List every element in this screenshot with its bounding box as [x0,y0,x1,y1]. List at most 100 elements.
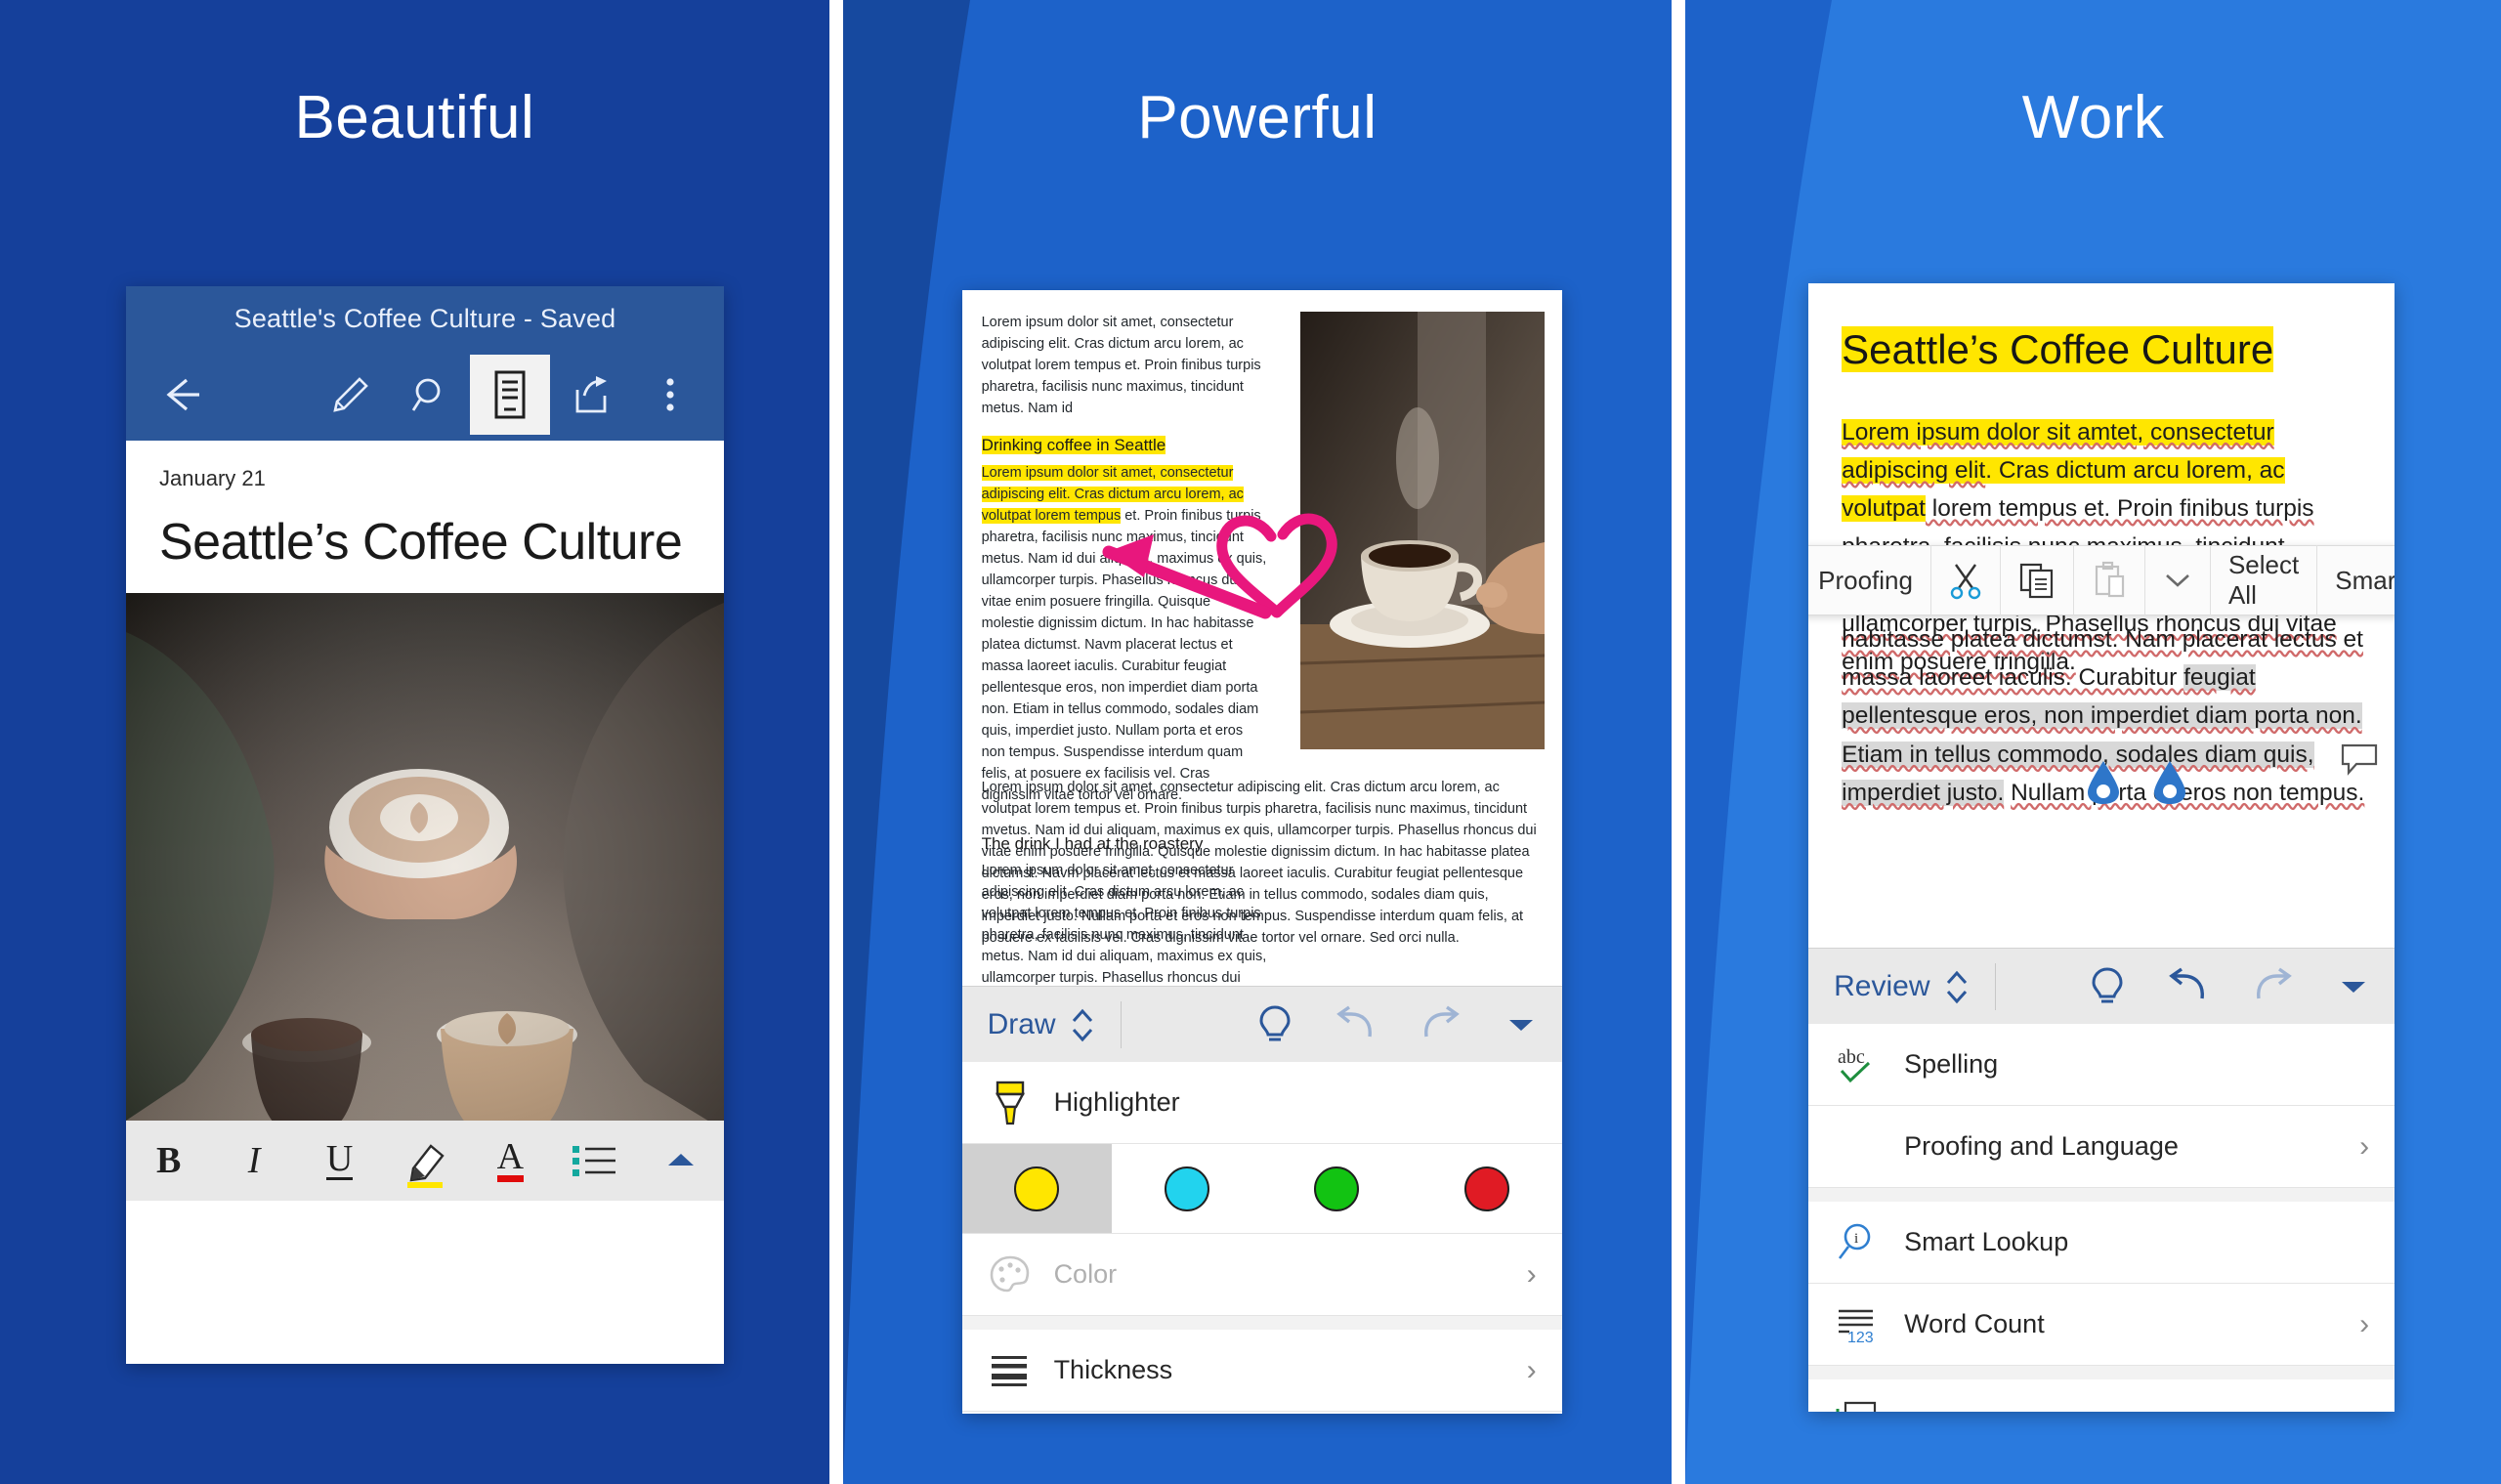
palette-icon [988,1252,1033,1297]
document-canvas-draw[interactable]: Lorem ipsum dolor sit amet, consectetur … [961,290,1562,986]
pen-icon[interactable] [310,355,390,435]
italic-label: I [247,1140,261,1181]
back-arrow-icon[interactable] [151,364,212,425]
menu-item-new-comment-partial[interactable] [1808,1379,2395,1412]
panel-title-work: Work [2021,84,2165,151]
paragraph-b-3: Nullam porta et eros non tempus. [2011,779,2365,806]
paragraph-1: Lorem ipsum dolor sit amet, consectetur … [981,462,1267,807]
ribbon-tab-review[interactable]: Review [1808,949,1994,1025]
ctx-paste[interactable] [2074,545,2145,615]
app-bar: Seattle's Coffee Culture - Saved [126,286,724,441]
selection-handle-end[interactable] [2152,759,2187,806]
ribbon-separator [1120,1000,1122,1048]
underline-label: U [325,1138,354,1180]
ribbon-bar-review: Review [1808,948,2395,1024]
chevron-right-icon-proofing: › [2359,1129,2370,1163]
ctx-smart-lookup[interactable]: Smart [2317,545,2395,615]
selection-handle-start[interactable] [2086,759,2121,806]
document-meta: January 21 Seattle’s Coffee Culture [126,441,724,572]
swatch-green[interactable] [1262,1144,1413,1233]
chevron-down-icon[interactable] [1480,987,1562,1063]
paste-icon [2092,561,2127,600]
collapse-toolbar-button[interactable] [639,1121,724,1201]
svg-text:abc: abc [1838,1046,1865,1068]
highlighter-icon [988,1077,1033,1129]
chevron-right-icon-thickness: › [1526,1353,1537,1386]
panel-beautiful: Beautiful Seattle's Coffee Culture - Sav… [0,0,829,1484]
menu-divider [961,1316,1562,1330]
panel-divider-2 [1672,0,1686,1484]
swatch-cyan[interactable] [1112,1144,1262,1233]
marketing-screenshot-stage: Beautiful Seattle's Coffee Culture - Sav… [0,0,2501,1484]
panel-work: Work Seattle’s Coffee Culture Lorem ipsu… [1685,0,2501,1484]
word-count-label: Word Count [1904,1309,2045,1338]
menu-item-highlighter[interactable]: Highlighter [961,1062,1562,1144]
highlighter-button[interactable] [382,1121,467,1201]
reading-view-icon[interactable] [470,355,550,435]
swatch-yellow[interactable] [961,1144,1113,1233]
menu-item-color[interactable]: Color › [961,1234,1562,1316]
ctx-select-all[interactable]: Select All [2211,545,2318,615]
menu-item-spelling[interactable]: abc Spelling [1808,1024,2395,1106]
app-title: Seattle's Coffee Culture - Saved [233,304,616,333]
swatch-green-dot [1314,1166,1360,1211]
proofing-language-label: Proofing and Language [1904,1131,2179,1161]
more-options-icon[interactable] [630,355,710,435]
menu-item-smart-lookup[interactable]: i Smart Lookup [1808,1202,2395,1284]
lightbulb-icon[interactable] [1234,987,1316,1063]
expand-collapse-icon[interactable] [1944,965,1970,1008]
paragraph-b-1: massa laoreet iaculis. Curabitur [1842,664,2184,692]
spelling-abc-check-icon: abc [1834,1041,1883,1088]
chevron-right-icon-wordcount: › [2359,1307,2370,1340]
swatch-red-dot [1463,1166,1509,1211]
paragraph-b-selected-word: feugiat [2183,664,2256,692]
highlighter-label: Highlighter [1053,1087,1180,1117]
bullet-list-button[interactable] [553,1121,638,1201]
panel-powerful: Powerful Lorem ipsum dolor sit amet, con… [842,0,1673,1484]
share-icon[interactable] [550,355,630,435]
redo-icon[interactable] [2230,949,2312,1025]
document-date: January 21 [159,466,266,490]
ctx-cut[interactable] [1931,545,2001,615]
redo-icon[interactable] [1398,987,1480,1063]
search-icon[interactable] [390,355,470,435]
document-title-highlighted: Seattle’s Coffee Culture [1842,326,2274,372]
menu-item-thickness[interactable]: Thickness › [961,1330,1562,1412]
tablet-device-frame-draw: Lorem ipsum dolor sit amet, consectetur … [961,290,1562,1414]
paragraph-1-rest: et. Proin finibus turpis pharetra, facil… [981,508,1267,804]
ribbon-tab-draw[interactable]: Draw [962,987,1121,1063]
lightbulb-icon[interactable] [2066,949,2148,1025]
bold-label: B [156,1140,182,1181]
font-color-label: A [496,1138,525,1182]
swatch-cyan-dot [1164,1166,1209,1211]
menu-item-proofing-language[interactable]: Proofing and Language › [1808,1106,2395,1188]
italic-button[interactable]: I [211,1121,296,1201]
bold-button[interactable]: B [126,1121,211,1201]
undo-icon[interactable] [1316,987,1398,1063]
highlighter-color-swatches [961,1144,1562,1234]
menu-item-word-count[interactable]: 123 Word Count › [1808,1284,2395,1366]
document-canvas-review[interactable]: Seattle’s Coffee Culture Lorem ipsum dol… [1808,283,2395,948]
ctx-copy[interactable] [2001,545,2074,615]
swatch-red[interactable] [1412,1144,1562,1233]
comment-bubble-icon[interactable] [2340,742,2379,776]
ribbon-tab-label-review: Review [1834,969,1930,1002]
font-color-button[interactable]: A [468,1121,553,1201]
context-menu: Proofing Select All Smar [1808,545,2395,615]
panel-title-powerful: Powerful [1137,84,1378,151]
formatting-toolbar: B I U A [126,1121,724,1201]
chevron-down-icon[interactable] [2312,949,2395,1025]
coffee-friends-photo: B I U A [126,593,724,1201]
copy-icon [2018,561,2056,600]
smart-lookup-label: Smart Lookup [1904,1227,2069,1256]
tablet-device-frame-review: Seattle’s Coffee Culture Lorem ipsum dol… [1808,283,2395,1412]
expand-collapse-icon[interactable] [1070,1003,1095,1046]
smart-lookup-icon: i [1834,1219,1883,1266]
svg-text:i: i [1854,1231,1858,1247]
underline-button[interactable]: U [297,1121,382,1201]
ctx-more[interactable] [2145,545,2211,615]
new-comment-icon [1834,1397,1883,1412]
document-title: Seattle’s Coffee Culture [159,514,683,571]
ctx-proofing[interactable]: Proofing [1808,545,1931,615]
undo-icon[interactable] [2148,949,2230,1025]
